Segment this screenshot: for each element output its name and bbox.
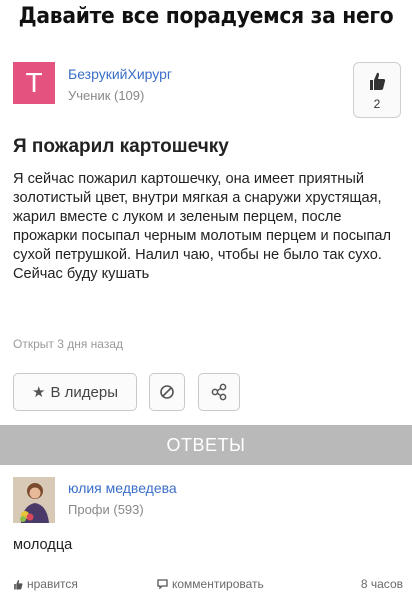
answer-text: молодца [13,537,73,553]
question-time: Открыт 3 дня назад [13,337,124,351]
answer-footer: нравится комментировать 8 часов [13,577,403,595]
block-icon [160,385,174,399]
to-leaders-label: В лидеры [50,383,118,401]
answer-comment-label: комментировать [172,577,264,591]
thumbs-up-icon [370,72,386,90]
avatar-letter: T [25,67,43,98]
share-button[interactable] [198,373,240,411]
star-icon: ★ [32,384,46,401]
answer-author-name[interactable]: юлия медведева [68,480,177,496]
answer-author-rank: Профи (593) [68,502,144,517]
answer-comment-button[interactable]: комментировать [157,577,264,591]
answer-like-label: нравится [27,577,78,591]
question-body: Я сейчас пожарил картошечку, она имеет п… [13,171,392,282]
question-like-count: 2 [373,97,381,111]
question-like-button[interactable]: 2 [353,62,401,118]
avatar-photo [13,477,55,523]
answer-like-button[interactable]: нравится [13,577,78,591]
thumbs-up-icon [14,579,23,589]
share-icon [211,383,227,401]
answer-author-avatar[interactable] [13,477,55,523]
question-author-name[interactable]: БезрукийХирург [68,66,172,82]
answers-header: ОТВЕТЫ [0,425,412,465]
comment-icon [157,579,168,589]
to-leaders-button[interactable]: ★ В лидеры [13,373,137,411]
meme-caption: Давайте все порадуемся за него [18,4,394,29]
question-title: Я пожарил картошечку [13,136,229,157]
question-author-rank: Ученик (109) [68,88,145,103]
block-button[interactable] [149,373,185,411]
question-author-avatar[interactable]: T [13,62,55,104]
answer-time: 8 часов [360,577,403,591]
